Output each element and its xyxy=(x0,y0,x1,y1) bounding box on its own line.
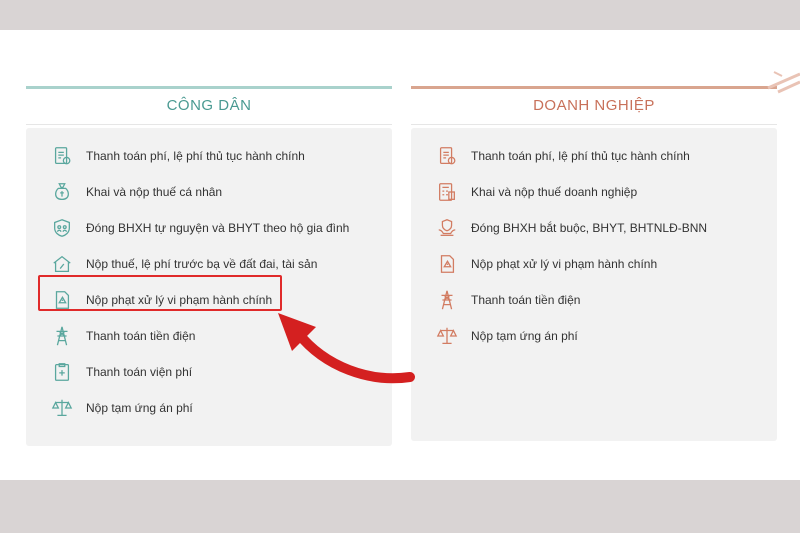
business-item-admin-penalty[interactable]: Nộp phạt xử lý vi phạm hành chính xyxy=(411,246,777,282)
house-tax-icon xyxy=(50,252,74,276)
power-tower-icon xyxy=(435,288,459,312)
business-item-label: Nộp phạt xử lý vi phạm hành chính xyxy=(471,257,658,271)
business-item-label: Thanh toán tiền điện xyxy=(471,293,581,307)
money-bag-icon xyxy=(50,180,74,204)
citizen-item-label: Nộp thuế, lệ phí trước bạ về đất đai, tà… xyxy=(86,257,318,271)
red-arrow-annotation xyxy=(278,313,415,384)
citizen-item-label: Thanh toán phí, lệ phí thủ tục hành chín… xyxy=(86,149,305,163)
business-item-social-insurance[interactable]: Đóng BHXH bắt buộc, BHYT, BHTNLĐ-BNN xyxy=(411,210,777,246)
business-item-label: Đóng BHXH bắt buộc, BHYT, BHTNLĐ-BNN xyxy=(471,221,708,235)
warning-document-icon xyxy=(50,288,74,312)
citizen-item-admin-fee[interactable]: Thanh toán phí, lệ phí thủ tục hành chín… xyxy=(26,138,392,174)
citizen-panel-title: CÔNG DÂN xyxy=(26,86,392,125)
citizen-item-label: Khai và nộp thuế cá nhân xyxy=(86,185,223,199)
document-fee-icon xyxy=(435,144,459,168)
decorative-stripes xyxy=(767,71,800,94)
scales-icon xyxy=(435,324,459,348)
scales-icon xyxy=(50,396,74,420)
hands-shield-icon xyxy=(435,216,459,240)
citizen-item-label: Thanh toán viện phí xyxy=(86,365,193,379)
family-shield-icon xyxy=(50,216,74,240)
page-frame: CÔNG DÂN Thanh toán phí, lệ phí thủ tục … xyxy=(0,30,800,480)
warning-document-icon xyxy=(435,252,459,276)
citizen-item-social-insurance[interactable]: Đóng BHXH tự nguyện và BHYT theo hộ gia … xyxy=(26,210,392,246)
business-service-list: Thanh toán phí, lệ phí thủ tục hành chín… xyxy=(411,128,777,441)
citizen-item-label: Thanh toán tiền điện xyxy=(86,329,196,343)
business-panel: DOANH NGHIỆP Thanh toán phí, lệ phí thủ … xyxy=(411,86,777,441)
citizen-item-court-fee[interactable]: Nộp tạm ứng án phí xyxy=(26,390,392,426)
citizen-item-label: Nộp tạm ứng án phí xyxy=(86,401,193,415)
business-item-corporate-tax[interactable]: Khai và nộp thuế doanh nghiệp xyxy=(411,174,777,210)
power-tower-icon xyxy=(50,324,74,348)
business-panel-title: DOANH NGHIỆP xyxy=(411,86,777,125)
hospital-bill-icon xyxy=(50,360,74,384)
citizen-item-label: Nộp phạt xử lý vi phạm hành chính xyxy=(86,293,273,307)
citizen-item-land-tax[interactable]: Nộp thuế, lệ phí trước bạ về đất đai, tà… xyxy=(26,246,392,282)
business-item-label: Nộp tạm ứng án phí xyxy=(471,329,578,343)
business-item-admin-fee[interactable]: Thanh toán phí, lệ phí thủ tục hành chín… xyxy=(411,138,777,174)
business-item-label: Thanh toán phí, lệ phí thủ tục hành chín… xyxy=(471,149,690,163)
citizen-service-list: Thanh toán phí, lệ phí thủ tục hành chín… xyxy=(26,128,392,446)
calculator-document-icon xyxy=(435,180,459,204)
document-fee-icon xyxy=(50,144,74,168)
business-item-court-fee[interactable]: Nộp tạm ứng án phí xyxy=(411,318,777,354)
business-item-label: Khai và nộp thuế doanh nghiệp xyxy=(471,185,638,199)
citizen-item-personal-tax[interactable]: Khai và nộp thuế cá nhân xyxy=(26,174,392,210)
business-item-electricity[interactable]: Thanh toán tiền điện xyxy=(411,282,777,318)
citizen-item-label: Đóng BHXH tự nguyện và BHYT theo hộ gia … xyxy=(86,221,350,235)
